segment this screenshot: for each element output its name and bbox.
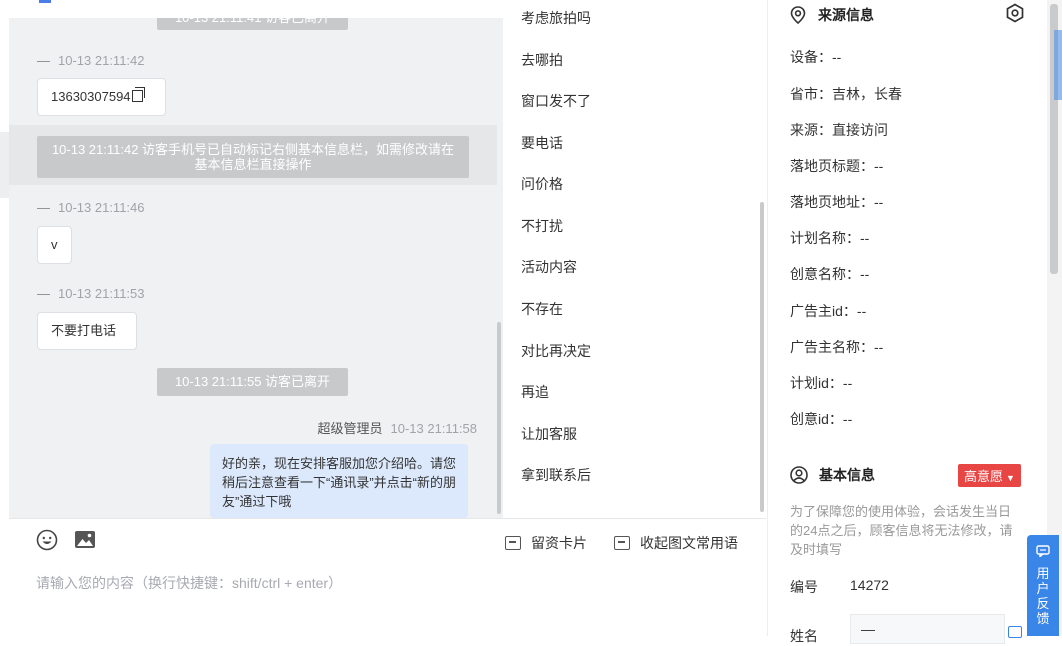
caret-down-icon: ▼ bbox=[1006, 473, 1015, 483]
message-input[interactable]: 请输入您的内容（换行快捷键：shift/ctrl + enter） bbox=[36, 573, 342, 593]
chat-panel: 10-13 21:11:41 访客已离开 —10-13 21:11:42 136… bbox=[9, 0, 503, 518]
info-row-device: 设备：-- bbox=[790, 49, 842, 65]
info-row-creative-id: 创意id：-- bbox=[790, 411, 853, 427]
phrase-item[interactable]: 拿到联系后 bbox=[521, 465, 591, 485]
visitor-message-bubble[interactable]: 13630307594 bbox=[37, 78, 166, 116]
edge-accent bbox=[1054, 30, 1062, 100]
basic-info-title: 基本信息 bbox=[790, 465, 875, 485]
message-timestamp: —10-13 21:11:42 bbox=[37, 53, 145, 68]
agent-message-bubble[interactable]: 好的亲，现在安排客服加您介绍哈。请您稍后注意查看一下“通讯录”并点击“新的朋友”… bbox=[210, 444, 468, 518]
left-edge bbox=[0, 132, 9, 198]
phrase-item[interactable]: 考虑旅拍吗 bbox=[521, 8, 591, 28]
id-value: 14272 bbox=[850, 577, 889, 593]
lead-card-button[interactable]: 留资卡片 bbox=[505, 533, 587, 553]
user-circle-icon bbox=[790, 466, 808, 484]
user-feedback-button[interactable]: 用户反馈 bbox=[1027, 535, 1059, 636]
chat-top-strip bbox=[9, 0, 503, 18]
message-timestamp: —10-13 21:11:46 bbox=[37, 200, 145, 215]
chat-scrollbar[interactable] bbox=[497, 322, 501, 514]
chat-bubble-icon bbox=[1036, 545, 1050, 558]
top-indicator bbox=[39, 0, 51, 3]
composer: 留资卡片 收起图文常用语 请输入您的内容（换行快捷键：shift/ctrl + … bbox=[9, 518, 766, 637]
id-label: 编号 bbox=[790, 579, 818, 595]
edit-notice: 为了保障您的使用体验，会话发生当日的24点之后，顾客信息将无法修改，请及时填写 bbox=[790, 504, 1013, 557]
smile-icon[interactable] bbox=[36, 529, 58, 551]
info-row-plan-id: 计划id：-- bbox=[790, 375, 853, 391]
phrase-item[interactable]: 不存在 bbox=[521, 299, 563, 319]
copy-icon[interactable] bbox=[131, 87, 145, 102]
info-row-landing-title: 落地页标题：-- bbox=[790, 158, 884, 174]
phrases-scrollbar[interactable] bbox=[760, 202, 764, 512]
phrase-item[interactable]: 窗口发不了 bbox=[521, 91, 591, 111]
copy-name-icon[interactable] bbox=[1008, 626, 1022, 638]
phrase-item[interactable]: 问价格 bbox=[521, 174, 563, 194]
settings-icon[interactable] bbox=[1005, 3, 1025, 23]
info-row-region: 省市：吉林，长春 bbox=[790, 86, 902, 102]
leave-notice: 10-13 21:11:55 访客已离开 bbox=[157, 368, 348, 396]
phrase-item[interactable]: 活动内容 bbox=[521, 257, 577, 277]
message-timestamp: —10-13 21:11:53 bbox=[37, 286, 145, 301]
source-info-title: 来源信息 bbox=[790, 5, 874, 25]
phrase-item[interactable]: 让加客服 bbox=[521, 424, 577, 444]
phrase-item[interactable]: 去哪拍 bbox=[521, 50, 563, 70]
info-row-advertiser-id: 广告主id：-- bbox=[790, 303, 867, 319]
common-phrases-list: 考虑旅拍吗 去哪拍 窗口发不了 要电话 问价格 不打扰 活动内容 不存在 对比再… bbox=[503, 0, 766, 518]
info-row-source: 来源：直接访问 bbox=[790, 122, 888, 138]
auto-mark-notice: 10-13 21:11:42 访客手机号已自动标记右侧基本信息栏，如需修改请在基… bbox=[37, 136, 469, 178]
name-label: 姓名 bbox=[790, 628, 818, 644]
info-row-creative-name: 创意名称：-- bbox=[790, 266, 870, 282]
phrase-item[interactable]: 不打扰 bbox=[521, 216, 563, 236]
phrase-item[interactable]: 再追 bbox=[521, 382, 549, 402]
name-field[interactable]: — bbox=[850, 614, 1005, 644]
collapse-phrases-button[interactable]: 收起图文常用语 bbox=[614, 533, 738, 553]
card-icon bbox=[505, 536, 521, 550]
image-icon[interactable] bbox=[74, 529, 96, 551]
phrase-item[interactable]: 对比再决定 bbox=[521, 341, 591, 361]
location-pin-icon bbox=[790, 6, 806, 24]
visitor-message-bubble[interactable]: v bbox=[37, 226, 72, 264]
info-row-landing-url: 落地页地址：-- bbox=[790, 194, 884, 210]
visitor-message-bubble[interactable]: 不要打电话 bbox=[37, 312, 137, 350]
phrase-item[interactable]: 要电话 bbox=[521, 133, 563, 153]
agent-header: 超级管理员 10-13 21:11:58 bbox=[317, 421, 477, 436]
message-icon bbox=[614, 536, 630, 550]
info-row-plan-name: 计划名称：-- bbox=[790, 230, 870, 246]
info-row-advertiser-name: 广告主名称：-- bbox=[790, 339, 884, 355]
visitor-info-panel: 来源信息 设备：-- 省市：吉林，长春 来源：直接访问 落地页标题：-- 落地页… bbox=[767, 0, 1048, 644]
intent-tag-dropdown[interactable]: 高意愿 ▼ bbox=[958, 464, 1021, 487]
